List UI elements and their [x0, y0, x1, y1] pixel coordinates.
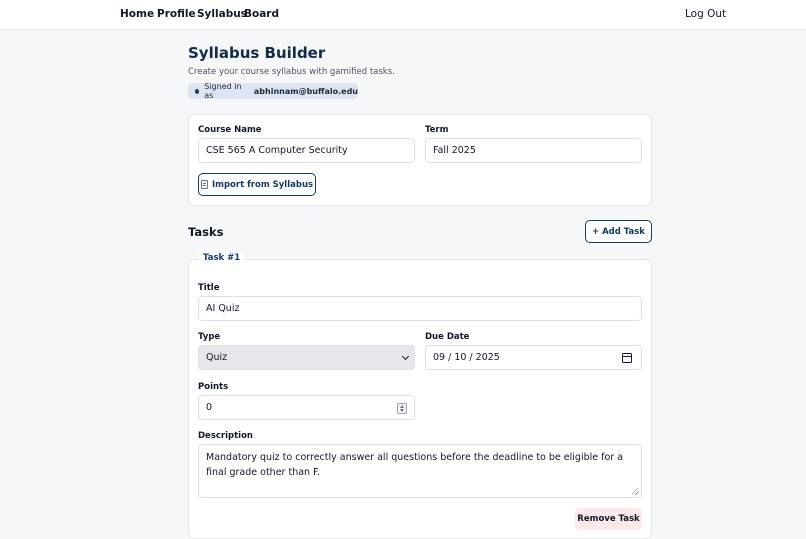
page-title: Syllabus Builder	[188, 44, 326, 62]
term-label: Term	[425, 125, 449, 135]
add-task-button[interactable]: + Add Task	[585, 220, 652, 243]
due-date-input[interactable]: 09 / 10 / 2025	[425, 345, 642, 370]
description-label: Description	[198, 431, 253, 441]
nav-home-link[interactable]: Home	[120, 8, 154, 20]
due-date-label: Due Date	[425, 332, 470, 342]
resize-handle-icon[interactable]	[632, 488, 639, 495]
nav-syllabus-link[interactable]: Syllabus	[197, 8, 247, 20]
task-legend: Task #1	[199, 253, 245, 263]
nav-board-link[interactable]: Board	[244, 8, 279, 20]
points-value: 0	[206, 402, 213, 413]
remove-task-button[interactable]: Remove Task	[575, 508, 642, 530]
points-input[interactable]: 0	[198, 395, 415, 420]
signed-in-email: abhinnam@buffalo.edu	[253, 86, 358, 96]
course-name-input[interactable]: CSE 565 A Computer Security	[198, 138, 415, 163]
task-title-label: Title	[198, 283, 220, 293]
task-title-input[interactable]: AI Quiz	[198, 296, 642, 321]
task-type-value: Quiz	[206, 352, 228, 363]
points-label: Points	[198, 382, 229, 392]
task-type-label: Type	[198, 332, 221, 342]
number-stepper-icon[interactable]	[397, 403, 407, 414]
description-textarea[interactable]: Mandatory quiz to correctly answer all q…	[198, 444, 642, 498]
task-type-select[interactable]: Quiz	[198, 345, 415, 370]
import-button-label: Import from Syllabus	[211, 179, 314, 190]
top-navbar: Home Profile Syllabus Board Log Out	[0, 0, 806, 30]
chevron-down-icon	[401, 352, 410, 361]
page-subtitle: Create your course syllabus with gamifie…	[188, 67, 395, 77]
tasks-heading: Tasks	[188, 225, 224, 239]
term-input[interactable]: Fall 2025	[425, 138, 642, 163]
signed-in-prefix: Signed in as	[204, 82, 242, 100]
calendar-icon[interactable]	[622, 353, 632, 363]
course-name-label: Course Name	[198, 125, 262, 135]
document-icon	[200, 180, 208, 189]
description-value: Mandatory quiz to correctly answer all q…	[206, 452, 624, 478]
status-dot-icon	[195, 88, 200, 94]
due-date-value: 09 / 10 / 2025	[433, 352, 500, 363]
logout-button[interactable]: Log Out	[685, 8, 726, 20]
nav-profile-link[interactable]: Profile	[157, 8, 196, 20]
signed-in-badge: Signed in as abhinnam@buffalo.edu	[188, 82, 358, 100]
import-from-syllabus-button[interactable]: Import from Syllabus	[198, 173, 316, 196]
